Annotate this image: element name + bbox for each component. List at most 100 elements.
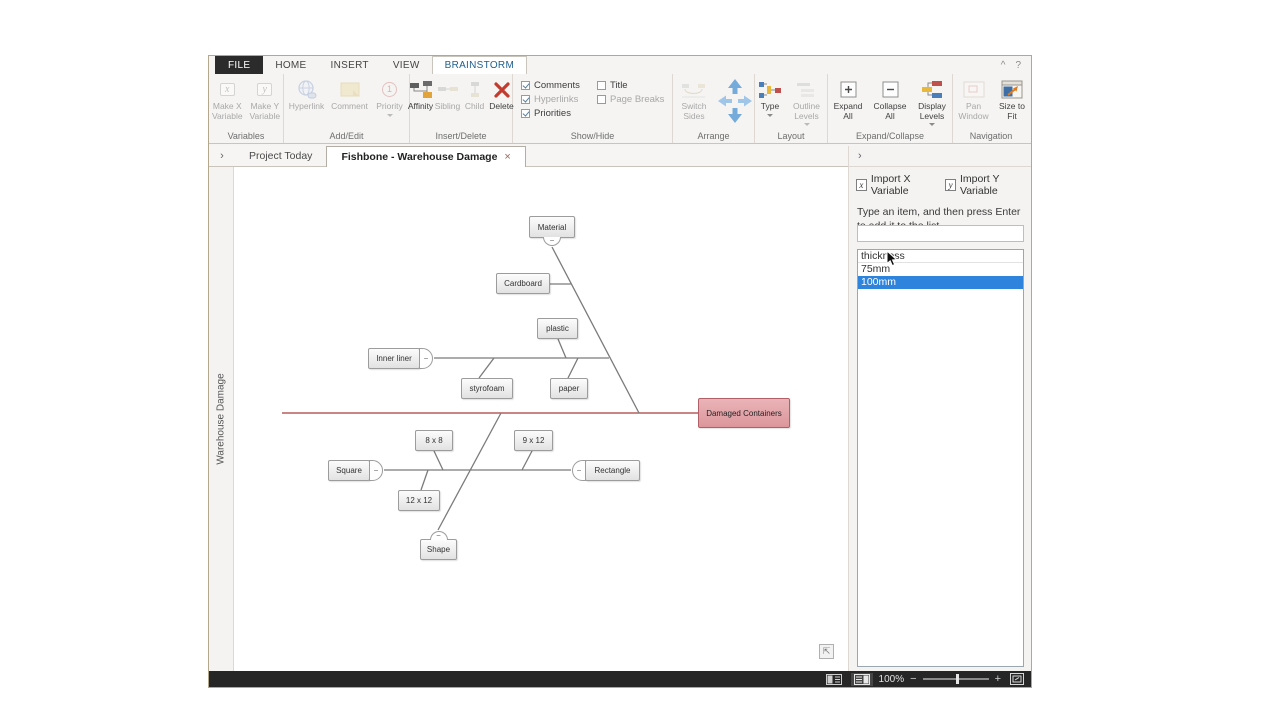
switch-sides-button[interactable]: Switch Sides — [673, 77, 715, 121]
group-layout: Type Outline Levels Layout — [755, 74, 828, 143]
diagram-node-inner-liner[interactable]: Inner liner− — [368, 348, 420, 369]
doc-tab-fishbone[interactable]: Fishbone - Warehouse Damage × — [326, 146, 525, 167]
zoom-level-value: 100% — [879, 674, 905, 685]
group-label-layout: Layout — [755, 130, 827, 143]
collapse-ribbon-icon[interactable]: ^ — [1001, 60, 1006, 71]
close-tab-icon[interactable]: × — [504, 151, 510, 163]
items-listbox[interactable]: thickness 75mm 100mm — [857, 249, 1024, 667]
import-y-icon: y — [945, 179, 956, 191]
expand-all-button[interactable]: Expand All — [828, 77, 868, 121]
group-add-edit: Hyperlink Comment 1 Priority Add/Edit — [284, 74, 410, 143]
diagram-node-styrofoam[interactable]: styrofoam — [461, 378, 513, 399]
collapse-minus-icon — [882, 77, 899, 102]
collapse-indicator-icon[interactable]: − — [419, 348, 433, 369]
comment-button[interactable]: Comment — [329, 77, 371, 112]
tab-home[interactable]: HOME — [263, 56, 318, 74]
collapse-all-button[interactable]: Collapse All — [869, 77, 911, 121]
hyperlinks-checkbox[interactable]: Hyperlinks — [521, 94, 597, 105]
sibling-button[interactable]: Sibling — [435, 77, 461, 112]
diagram-node-plastic[interactable]: plastic — [537, 318, 578, 339]
collapse-indicator-icon[interactable]: − — [572, 460, 586, 481]
right-panel-chevron-icon[interactable]: › — [858, 150, 862, 162]
delete-button[interactable]: Delete — [489, 77, 515, 112]
status-bar: 100% − + — [209, 671, 1031, 687]
affinity-button[interactable]: Affinity — [408, 77, 434, 112]
outline-view-icon[interactable] — [823, 673, 845, 686]
ribbon-tab-bar: FILE HOME INSERT VIEW BRAINSTORM ^ ? — [209, 56, 1031, 74]
zoom-in-button[interactable]: + — [995, 674, 1001, 685]
checkbox-icon — [521, 109, 530, 118]
size-to-fit-button[interactable]: Size to Fit — [995, 77, 1029, 121]
fishbone-canvas[interactable]: ⇱ Material− Cardboard plastic Inner liner− s… — [234, 167, 848, 671]
node-label: Cardboard — [504, 279, 542, 288]
zoom-slider[interactable] — [923, 678, 989, 680]
make-x-variable-button[interactable]: x Make X Variable — [209, 77, 246, 121]
expand-plus-icon — [840, 77, 857, 102]
add-item-input[interactable] — [857, 225, 1024, 242]
diagram-node-9-x-12[interactable]: 9 x 12 — [514, 430, 553, 451]
type-button[interactable]: Type — [755, 77, 785, 120]
outline-levels-icon — [796, 77, 818, 102]
import-y-variable-button[interactable]: y Import Y Variable — [945, 173, 1024, 197]
doc-tab-project-today[interactable]: Project Today — [235, 146, 326, 166]
list-item-selected[interactable]: 100mm — [858, 276, 1023, 289]
fit-page-icon[interactable] — [1007, 672, 1027, 686]
diagram-node-damaged-containers[interactable]: Damaged Containers — [698, 398, 790, 428]
checkbox-icon — [597, 95, 606, 104]
node-label: paper — [559, 384, 579, 393]
group-label-show-hide: Show/Hide — [513, 130, 672, 143]
collapse-indicator-icon[interactable]: − — [430, 531, 448, 540]
priority-button[interactable]: 1 Priority — [372, 77, 408, 120]
diagram-node-12-x-12[interactable]: 12 x 12 — [398, 490, 440, 511]
center-map-button[interactable]: ⇱ — [819, 644, 834, 659]
display-levels-icon — [921, 77, 943, 102]
zoom-slider-thumb[interactable] — [956, 674, 959, 684]
tab-view[interactable]: VIEW — [381, 56, 432, 74]
type-dropdown-icon — [767, 114, 773, 120]
node-label: Shape — [427, 545, 450, 554]
diagram-node-paper[interactable]: paper — [550, 378, 588, 399]
left-panel-chevron-icon[interactable]: › — [209, 146, 235, 166]
node-label: 12 x 12 — [406, 496, 432, 505]
arrange-arrows-icon[interactable] — [716, 77, 754, 130]
list-item[interactable]: 75mm — [858, 263, 1023, 276]
make-y-variable-button[interactable]: y Make Y Variable — [247, 77, 283, 121]
diagram-node-cardboard[interactable]: Cardboard — [496, 273, 550, 294]
map-side-strip: Warehouse Damage — [209, 167, 234, 671]
diagram-node-square[interactable]: Square− — [328, 460, 370, 481]
tab-file[interactable]: FILE — [215, 56, 263, 74]
tab-brainstorm[interactable]: BRAINSTORM — [432, 56, 528, 74]
variables-panel: › x Import X Variable y Import Y Variabl… — [848, 146, 1031, 671]
display-levels-button[interactable]: Display Levels — [912, 77, 952, 129]
child-button[interactable]: Child — [462, 77, 488, 112]
collapse-indicator-icon[interactable]: − — [543, 237, 561, 246]
pan-window-button[interactable]: Pan Window — [953, 77, 994, 121]
globe-icon — [296, 77, 318, 102]
priorities-checkbox[interactable]: Priorities — [521, 108, 597, 119]
diagram-node-material[interactable]: Material− — [529, 216, 575, 238]
diagram-node-shape[interactable]: Shape− — [420, 539, 457, 560]
tab-insert[interactable]: INSERT — [319, 56, 381, 74]
outline-levels-dropdown-icon — [804, 123, 810, 129]
node-label: Rectangle — [594, 466, 630, 475]
node-label: Damaged Containers — [706, 409, 782, 418]
hyperlink-button[interactable]: Hyperlink — [286, 77, 328, 112]
application-window: FILE HOME INSERT VIEW BRAINSTORM ^ ? x M… — [208, 55, 1032, 688]
help-icon[interactable]: ? — [1015, 60, 1021, 71]
page-breaks-checkbox[interactable]: Page Breaks — [597, 94, 672, 105]
affinity-orgchart-icon — [409, 77, 433, 102]
zoom-out-button[interactable]: − — [910, 674, 916, 685]
display-levels-dropdown-icon — [929, 123, 935, 129]
diagram-node-8-x-8[interactable]: 8 x 8 — [415, 430, 453, 451]
collapse-indicator-icon[interactable]: − — [369, 460, 383, 481]
outline-levels-button[interactable]: Outline Levels — [786, 77, 827, 129]
map-root-label: Warehouse Damage — [216, 373, 227, 464]
list-item[interactable]: thickness — [858, 250, 1023, 263]
map-view-icon[interactable] — [851, 673, 873, 686]
comments-checkbox[interactable]: Comments — [521, 80, 597, 91]
delete-x-icon — [492, 77, 512, 102]
group-show-hide: Comments Title Hyperlinks Page Breaks Pr… — [513, 74, 673, 143]
title-checkbox[interactable]: Title — [597, 80, 672, 91]
diagram-node-rectangle[interactable]: Rectangle− — [585, 460, 640, 481]
import-x-variable-button[interactable]: x Import X Variable — [856, 173, 935, 197]
